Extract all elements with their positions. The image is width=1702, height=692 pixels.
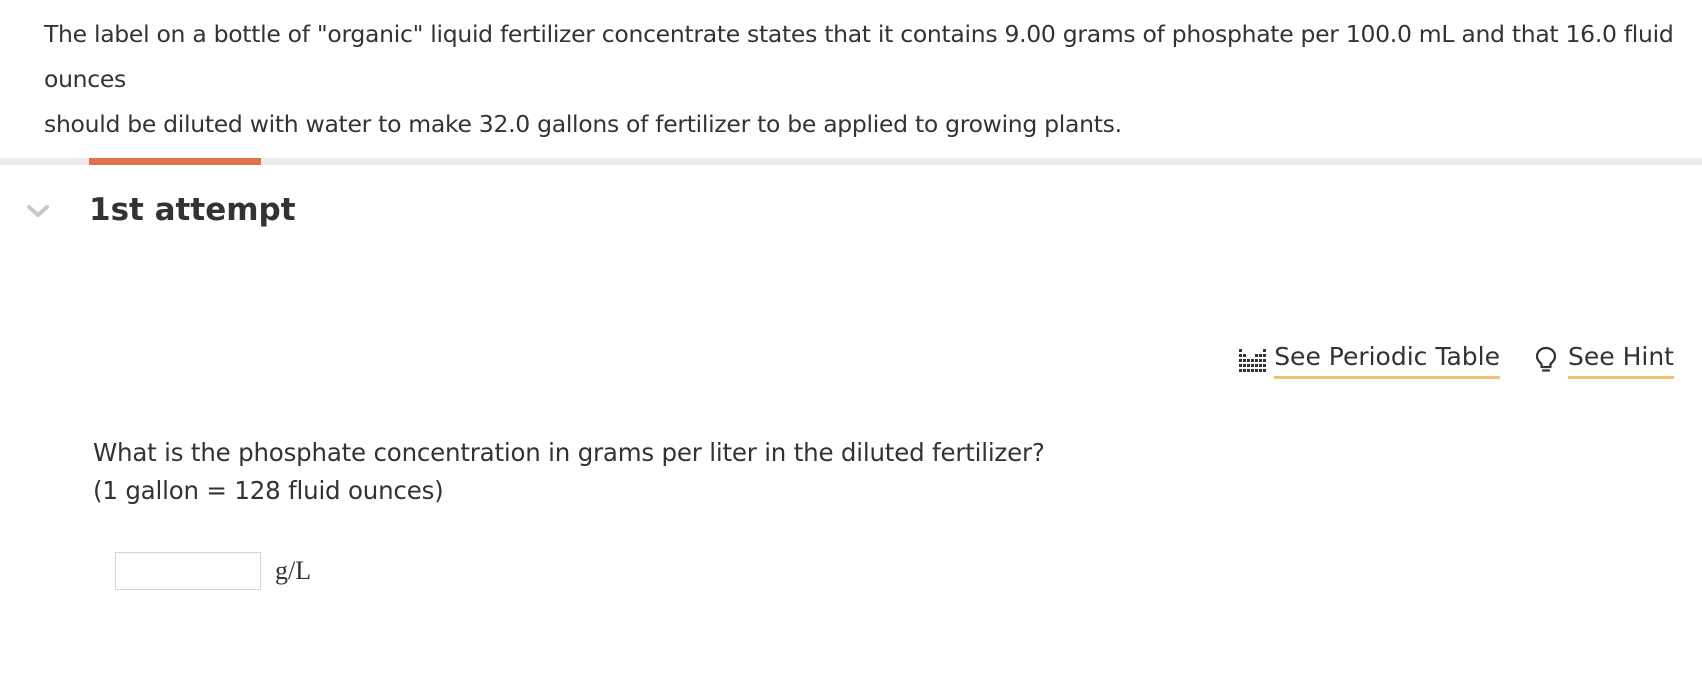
problem-line-2: should be diluted with water to make 32.…: [44, 110, 1122, 138]
see-periodic-table-label[interactable]: See Periodic Table: [1274, 338, 1501, 379]
attempt-progress-indicator: [89, 158, 261, 165]
see-hint-link[interactable]: See Hint: [1532, 338, 1674, 379]
see-hint-label[interactable]: See Hint: [1568, 338, 1674, 379]
periodic-table-icon: [1238, 345, 1267, 373]
attempt-title: 1st attempt: [89, 192, 296, 228]
answer-unit-label: g/L: [275, 556, 312, 585]
answer-input[interactable]: [115, 552, 261, 590]
answer-row: g/L: [115, 552, 311, 590]
question-line-1: What is the phosphate concentration in g…: [93, 438, 1045, 467]
tool-links: See Periodic Table See Hint: [1238, 338, 1674, 379]
chevron-down-icon-graphic: [27, 205, 49, 217]
page: The label on a bottle of "organic" liqui…: [0, 0, 1702, 692]
chevron-down-icon[interactable]: [24, 198, 52, 226]
problem-statement: The label on a bottle of "organic" liqui…: [44, 12, 1684, 147]
problem-line-1: The label on a bottle of "organic" liqui…: [44, 20, 1674, 93]
lightbulb-icon: [1532, 345, 1560, 373]
see-periodic-table-link[interactable]: See Periodic Table: [1238, 338, 1501, 379]
question-line-2: (1 gallon = 128 fluid ounces): [93, 476, 444, 505]
question-text: What is the phosphate concentration in g…: [93, 434, 1045, 510]
